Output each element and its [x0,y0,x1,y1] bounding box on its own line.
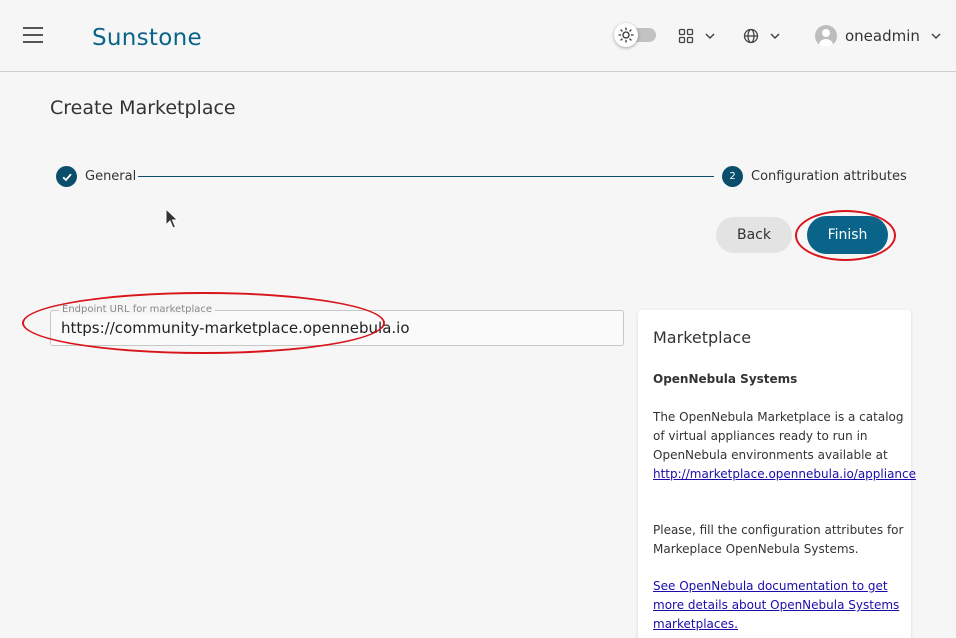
info-card-description: The OpenNebula Marketplace is a catalog … [653,408,916,484]
stepper-connector [138,176,714,177]
back-button[interactable]: Back [716,217,792,253]
brand-title[interactable]: Sunstone [92,25,202,51]
info-card-subtitle: OpenNebula Systems [653,372,798,386]
step-general-indicator[interactable] [56,166,77,187]
top-bar: Sunstone oneadmin [0,0,956,72]
check-icon [62,173,72,181]
page-title: Create Marketplace [50,97,236,119]
globe-icon [743,28,759,44]
chevron-down-icon [931,33,941,40]
theme-toggle[interactable] [614,23,658,47]
menu-icon[interactable] [23,27,43,43]
chevron-down-icon [770,33,780,40]
endpoint-url-field[interactable]: Endpoint URL for marketplace [50,304,624,346]
apps-menu-button[interactable] [678,26,716,46]
apps-grid-icon [678,28,694,44]
info-card-description-text: The OpenNebula Marketplace is a catalog … [653,410,904,462]
language-menu-button[interactable] [743,26,781,46]
marketplace-url-link[interactable]: http://marketplace.opennebula.io/applian… [653,467,916,481]
marketplace-info-card: Marketplace OpenNebula Systems The OpenN… [638,310,916,638]
endpoint-url-label: Endpoint URL for marketplace [59,304,216,315]
endpoint-url-input[interactable] [61,319,601,337]
theme-toggle-knob [614,23,638,47]
user-name: oneadmin [845,27,920,45]
finish-button[interactable]: Finish [807,216,888,254]
info-card-title: Marketplace [653,328,752,347]
step-configuration-label[interactable]: Configuration attributes [751,169,907,184]
step-configuration-indicator[interactable]: 2 [722,166,743,187]
mouse-cursor-icon [165,208,179,229]
step-general-label[interactable]: General [85,169,136,184]
chevron-down-icon [705,33,715,40]
avatar-icon [815,25,837,47]
info-card-instructions: Please, fill the configuration attribute… [653,523,904,556]
documentation-link[interactable]: See OpenNebula documentation to get more… [653,577,905,634]
sun-icon [618,27,634,43]
user-menu-button[interactable]: oneadmin [815,24,942,48]
